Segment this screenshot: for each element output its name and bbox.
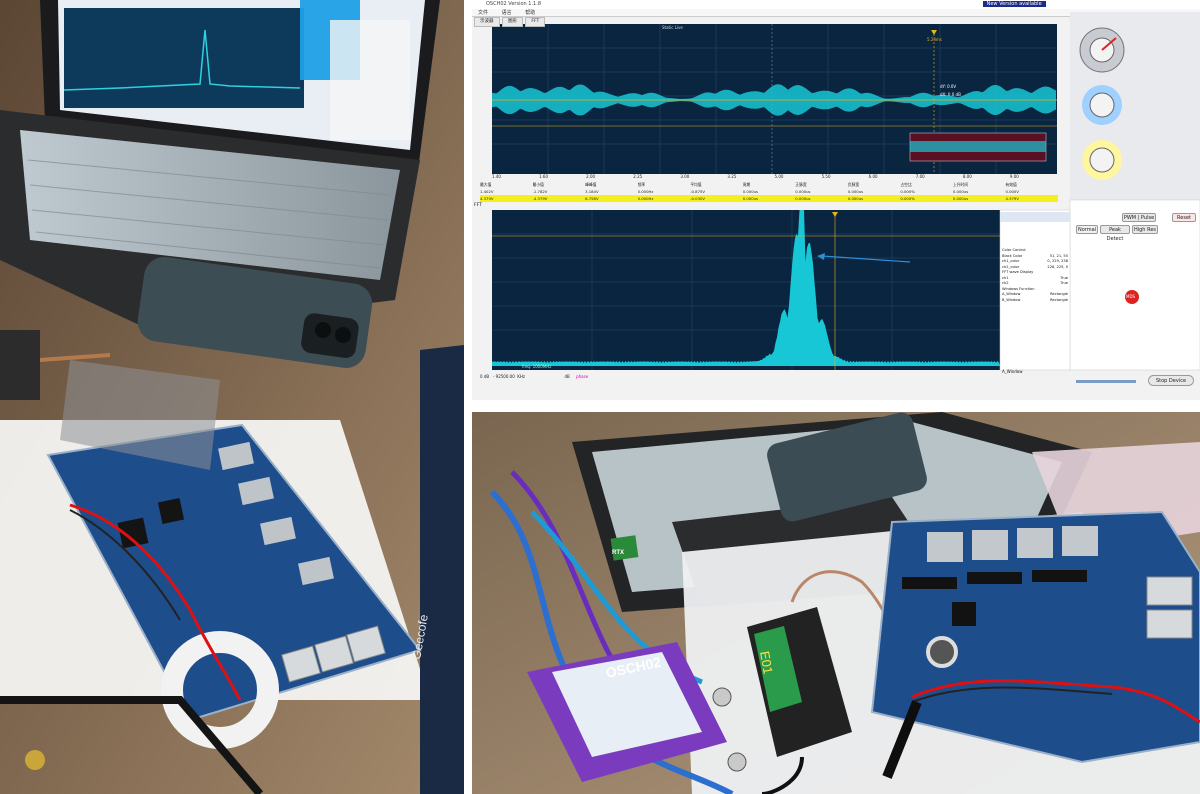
measurement-header-cell: 峰峰值: [585, 182, 597, 187]
cursor-dx: dX: 0.0 dB: [940, 92, 961, 97]
mode-peak-button[interactable]: Peak Detect: [1100, 225, 1130, 242]
mode-highres-button[interactable]: High Res: [1132, 225, 1158, 234]
reset-button[interactable]: Reset: [1172, 213, 1196, 222]
measurement-ch2-cell: 0.000us: [795, 196, 811, 201]
photo-osch02-setup: OSCH02 E01 RTX: [472, 412, 1200, 794]
gpu-sticker: RTX: [612, 550, 624, 556]
measurement-ch1-cell: 0.000us: [742, 189, 758, 194]
time-tick: 3.00: [680, 174, 690, 179]
fft-window-label: A_Window: [1002, 369, 1023, 374]
fft-status-bar: 0 dB - 92500.00 KHz dB phase: [480, 374, 588, 379]
measurement-ch2-cell: 4.379V: [480, 196, 494, 201]
mode-normal-button[interactable]: Normal: [1076, 225, 1098, 234]
time-tick: 8.00: [962, 174, 972, 179]
time-tick: 7.00: [915, 174, 925, 179]
measurement-header-cell: 上升时间: [952, 182, 969, 187]
marker-db[interactable]: dB: [564, 374, 569, 379]
time-tick: 5.50: [821, 174, 831, 179]
measurement-ch1-cell: 0.000us: [795, 189, 811, 194]
measurement-header-cell: 占空比: [900, 182, 912, 187]
fft-settings-list: Color Control Black Color 51, 21, 55 ch1_co…: [1002, 248, 1068, 303]
measurement-header-cell: 负脉宽: [847, 182, 860, 187]
measurement-row-ch2: 4.379V -4.379V 8.758V 0.000Hz -0.030V 0.000us…: [480, 195, 1058, 202]
measurement-row-ch1: 1.402V -1.782V 3.184V 0.000Hz -0.875V 0.000us…: [480, 188, 1058, 195]
measurement-header-cell: 有效值: [1005, 182, 1017, 187]
measurement-ch2-cell: 0.000%: [900, 196, 915, 201]
measurement-ch1-cell: -0.875V: [690, 189, 706, 194]
measurement-ch2-cell: -4.379V: [532, 196, 548, 201]
measurement-header: 最大值 最小值 峰峰值 频率 平均值 周期 正脉宽 负脉宽 占空比 上升时间 有效值: [480, 181, 1058, 188]
measurement-ch2-cell: 0.000us: [952, 196, 969, 201]
status-unit: KHz: [517, 374, 526, 379]
cursor-dy: dY: 0.0V: [940, 84, 957, 89]
volume-slider[interactable]: [1076, 380, 1136, 383]
time-tick: 9.00: [1009, 174, 1019, 179]
photo-laptop-and-board: Geecofe: [0, 0, 464, 794]
measurement-ch2-cell: 0.000us: [742, 196, 758, 201]
marker-phase[interactable]: phase: [576, 374, 588, 379]
laptop-board-scene: Geecofe: [0, 0, 464, 794]
fft-tab-label[interactable]: FFT: [474, 203, 482, 208]
status-offset[interactable]: - 92500.00: [493, 374, 515, 379]
measurement-ch2-cell: 0.000us: [847, 196, 864, 201]
tab-graph[interactable]: 图形: [501, 17, 523, 27]
view-tabs: 示波器 图形 FFT: [474, 17, 546, 27]
measurement-ch1-cell: 0.000Hz: [637, 189, 654, 194]
time-tick: 1.40: [492, 174, 501, 179]
status-db[interactable]: 0 dB: [480, 374, 489, 379]
scope-title: Static Live: [662, 25, 683, 30]
time-tick: 5.00: [774, 174, 784, 179]
measurement-header-cell: 最小值: [532, 182, 544, 187]
fft-setting-value[interactable]: Rectangle: [1050, 298, 1068, 304]
tab-scope[interactable]: 示波器: [474, 17, 500, 27]
measurement-ch2-cell: 4.379V: [1005, 196, 1019, 201]
measurement-ch1-cell: -1.782V: [532, 189, 548, 194]
measurement-header-cell: 周期: [742, 182, 751, 187]
cursor-label: 5.23ms: [927, 37, 942, 42]
measurement-ch2-cell: 0.000Hz: [637, 196, 654, 201]
measurement-ch1-cell: 0.000%: [900, 189, 915, 194]
measurement-ch1-cell: 1.402V: [480, 189, 494, 194]
time-tick: 1.60: [539, 174, 548, 179]
measurement-header-cell: 平均值: [690, 182, 702, 187]
fft-readout: freq: 1000MHz: [522, 364, 552, 369]
stop-device-button[interactable]: Stop Device: [1148, 375, 1194, 386]
fft-setting-name: B_Window: [1002, 297, 1021, 302]
time-tick: 6.00: [868, 174, 878, 179]
measurement-ch1-cell: 0.000us: [847, 189, 864, 194]
mouse-pad: [420, 345, 464, 794]
measurement-ch1-cell: 3.184V: [585, 189, 599, 194]
time-axis-ticks: 1.40 1.60 2.00 2.25 3.00 3.25 5.00 5.50 6.00 7.00…: [492, 174, 1057, 180]
measurement-ch2-cell: -0.030V: [690, 196, 706, 201]
scope-software-window: OSCH02 Version 1.1.8 New Version availab…: [472, 0, 1200, 400]
measurement-header-cell: 最大值: [480, 182, 492, 187]
osch02-scene: OSCH02 E01 RTX: [472, 412, 1200, 794]
logo-text: MDS: [1126, 294, 1136, 299]
time-tick: 3.25: [727, 174, 737, 179]
measurement-ch1-cell: 0.000V: [1005, 189, 1019, 194]
time-tick: 2.25: [633, 174, 643, 179]
measurement-table: 最大值 最小值 峰峰值 频率 平均值 周期 正脉宽 负脉宽 占空比 上升时间 有效值 1.402V -…: [480, 181, 1058, 203]
tab-fft[interactable]: FFT: [525, 17, 546, 27]
measurement-ch1-cell: 0.000us: [952, 189, 969, 194]
measurement-header-cell: 频率: [637, 182, 646, 187]
measurement-ch2-cell: 8.758V: [585, 196, 599, 201]
pwm-button[interactable]: PWM | Pulse: [1122, 213, 1156, 222]
time-tick: 2.00: [586, 174, 596, 179]
measurement-header-cell: 正脉宽: [795, 182, 807, 187]
fft-setting-row[interactable]: B_Window Rectangle: [1002, 298, 1068, 304]
